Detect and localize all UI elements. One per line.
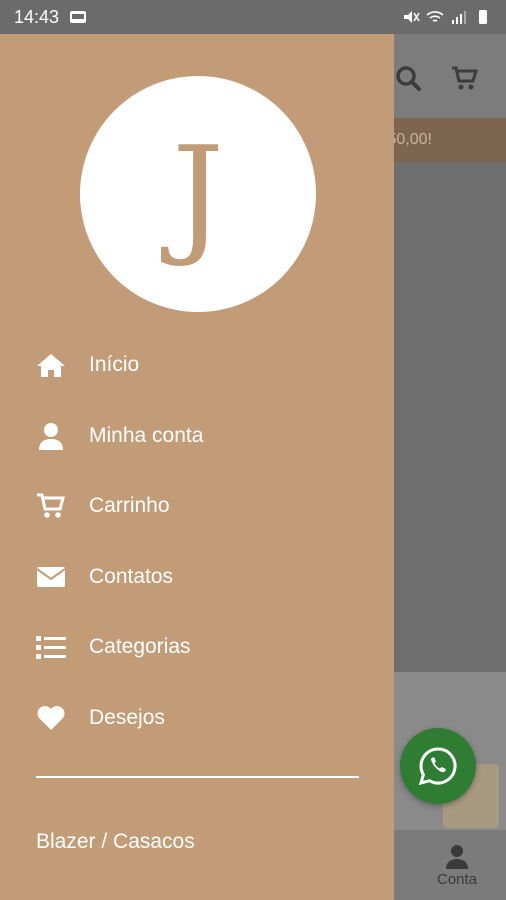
menu-item-minha-conta[interactable]: Minha conta xyxy=(0,401,394,472)
battery-icon xyxy=(479,10,487,24)
mute-icon xyxy=(404,11,420,23)
cart-icon xyxy=(36,491,66,521)
drawer-menu: Início Minha conta Carrinho Contatos Cat… xyxy=(0,330,394,753)
search-icon[interactable] xyxy=(394,64,422,92)
menu-item-carrinho[interactable]: Carrinho xyxy=(0,471,394,542)
menu-item-label: Categorias xyxy=(89,635,191,659)
menu-item-label: Desejos xyxy=(89,705,165,729)
list-icon xyxy=(36,632,66,662)
menu-item-label: Carrinho xyxy=(89,494,170,518)
user-icon xyxy=(446,845,468,869)
status-bar: 14:43 xyxy=(0,0,506,34)
envelope-icon xyxy=(36,562,66,592)
status-time: 14:43 xyxy=(14,6,60,27)
whatsapp-button[interactable] xyxy=(400,728,476,804)
menu-item-label: Minha conta xyxy=(89,423,204,447)
menu-item-desejos[interactable]: Desejos xyxy=(0,683,394,754)
menu-item-label: Contatos xyxy=(89,564,174,588)
heart-icon xyxy=(36,703,66,733)
menu-item-label: Início xyxy=(89,353,140,377)
category-blazer-casacos[interactable]: Blazer / Casacos xyxy=(36,830,195,854)
wifi-icon xyxy=(426,11,444,22)
whatsapp-icon xyxy=(418,747,457,786)
nav-account[interactable]: Conta xyxy=(432,843,482,888)
home-icon xyxy=(36,350,66,380)
navigation-drawer: J Início Minha conta Carrinho Contatos C… xyxy=(0,34,394,900)
nav-account-label: Conta xyxy=(436,871,478,888)
menu-item-contatos[interactable]: Contatos xyxy=(0,542,394,613)
drawer-divider xyxy=(36,776,359,778)
promo-text: 50,00! xyxy=(387,131,432,148)
user-icon xyxy=(36,421,66,451)
signal-icon xyxy=(452,11,466,24)
brand-logo: J xyxy=(80,76,316,312)
cart-icon[interactable] xyxy=(450,64,478,92)
logo-letter: J xyxy=(171,118,225,270)
menu-item-inicio[interactable]: Início xyxy=(0,330,394,401)
menu-item-categorias[interactable]: Categorias xyxy=(0,612,394,683)
cast-icon xyxy=(70,11,87,23)
